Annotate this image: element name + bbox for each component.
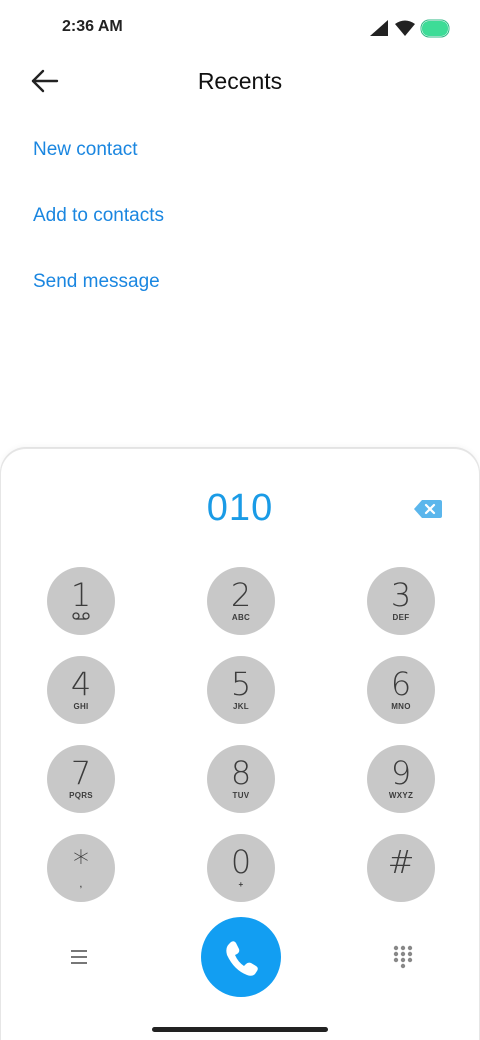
key-digit: * bbox=[73, 843, 89, 881]
key-digit: 5 bbox=[230, 665, 252, 703]
key-star[interactable]: * , bbox=[47, 834, 115, 902]
key-hash[interactable]: # bbox=[367, 834, 435, 902]
dialed-number: 010 bbox=[206, 487, 274, 529]
key-letters: DEF bbox=[392, 613, 410, 622]
status-icons bbox=[370, 18, 450, 38]
signal-wifi-battery-icons bbox=[370, 19, 450, 38]
key-letters: + bbox=[238, 880, 244, 889]
send-message-button[interactable]: Send message bbox=[0, 254, 480, 320]
call-button[interactable] bbox=[201, 917, 281, 997]
battery-icon bbox=[420, 19, 450, 38]
key-digit: 9 bbox=[390, 754, 412, 792]
key-letters: WXYZ bbox=[388, 791, 414, 800]
key-digit: 8 bbox=[230, 754, 252, 792]
phone-icon bbox=[226, 941, 258, 976]
dialpad-toggle-button[interactable] bbox=[389, 943, 417, 971]
wifi-icon bbox=[395, 20, 415, 36]
header: Recents bbox=[0, 56, 480, 112]
key-digit: 6 bbox=[390, 665, 412, 703]
key-letters: , bbox=[79, 880, 83, 889]
add-to-contacts-button[interactable]: Add to contacts bbox=[0, 188, 480, 254]
key-1[interactable]: 1 bbox=[47, 567, 115, 635]
key-5[interactable]: 5 JKL bbox=[207, 656, 275, 724]
status-bar: 2:36 AM bbox=[0, 0, 480, 56]
home-indicator[interactable] bbox=[152, 1027, 328, 1032]
key-0[interactable]: 0 + bbox=[207, 834, 275, 902]
status-time: 2:36 AM bbox=[62, 18, 123, 35]
key-7[interactable]: 7 PQRS bbox=[47, 745, 115, 813]
key-digit: # bbox=[387, 843, 415, 881]
dialer-bottom-bar bbox=[1, 917, 480, 1007]
key-8[interactable]: 8 TUV bbox=[207, 745, 275, 813]
backspace-button[interactable] bbox=[413, 499, 443, 519]
key-letters: PQRS bbox=[69, 791, 93, 800]
new-contact-button[interactable]: New contact bbox=[0, 122, 480, 188]
key-4[interactable]: 4 GHI bbox=[47, 656, 115, 724]
key-9[interactable]: 9 WXYZ bbox=[367, 745, 435, 813]
key-2[interactable]: 2 ABC bbox=[207, 567, 275, 635]
menu-icon bbox=[71, 950, 87, 964]
backspace-icon bbox=[414, 500, 442, 518]
key-3[interactable]: 3 DEF bbox=[367, 567, 435, 635]
key-digit: 1 bbox=[70, 576, 92, 614]
key-letters: TUV bbox=[232, 791, 250, 800]
key-digit: 7 bbox=[70, 754, 92, 792]
dialpad-icon bbox=[393, 945, 413, 969]
key-digit: 4 bbox=[70, 665, 92, 703]
key-6[interactable]: 6 MNO bbox=[367, 656, 435, 724]
key-digit: 3 bbox=[390, 576, 412, 614]
menu-button[interactable] bbox=[65, 945, 93, 969]
key-digit: 0 bbox=[230, 843, 252, 881]
dialer-panel: 010 1 2 ABC 3 DEF 4 GHI 5 JKL 6 MNO 7 PQ… bbox=[0, 448, 480, 1040]
key-digit: 2 bbox=[230, 576, 252, 614]
action-list: New contact Add to contacts Send message bbox=[0, 122, 480, 320]
signal-icon bbox=[370, 20, 388, 36]
key-letters: JKL bbox=[232, 702, 249, 711]
key-letters: GHI bbox=[73, 702, 89, 711]
page-title: Recents bbox=[197, 68, 283, 94]
key-letters: ABC bbox=[231, 613, 251, 622]
key-letters: MNO bbox=[391, 702, 411, 711]
